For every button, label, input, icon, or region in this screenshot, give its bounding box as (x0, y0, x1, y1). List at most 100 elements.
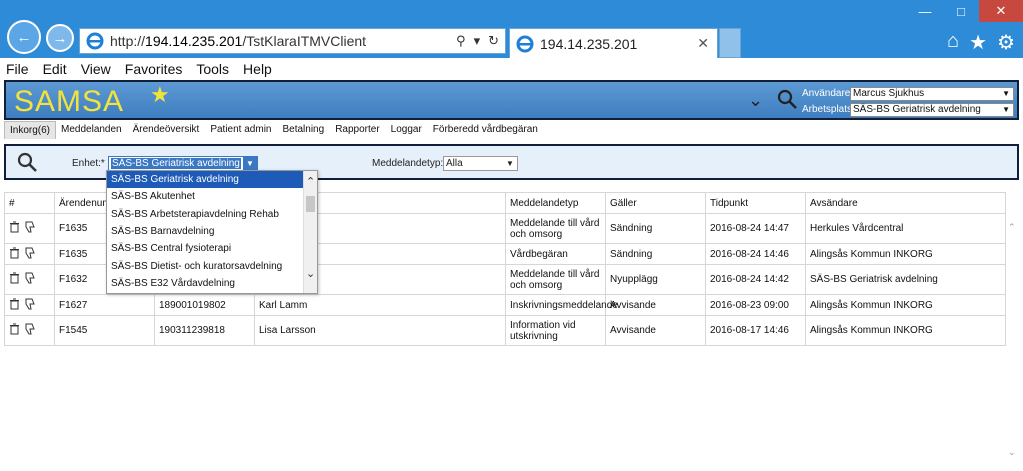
thumbs-down-icon[interactable] (24, 221, 36, 236)
window-controls: — □ ✕ (907, 0, 1023, 24)
tab-loggar[interactable]: Loggar (386, 121, 428, 139)
menu-help[interactable]: Help (243, 61, 272, 77)
dropdown-option[interactable]: SÄS-BS Arbetsterapiavdelning Rehab (107, 206, 304, 223)
dropdown-option[interactable]: SÄS-BS E32 Vårdavdelning (107, 275, 304, 292)
browser-chrome: — □ ✕ ← → http://194.14.235.201/TstKlara… (0, 0, 1023, 58)
cell-meddelandetyp: Information vid utskrivning (505, 315, 606, 346)
thumbs-down-icon[interactable] (24, 298, 36, 313)
trash-icon[interactable] (9, 247, 20, 262)
tab-forberedd-vardbegaran[interactable]: Förberedd vårdbegäran (428, 121, 544, 139)
place-label: Arbetsplats: (802, 104, 855, 115)
scroll-thumb[interactable] (306, 196, 315, 212)
tab-inkorg[interactable]: Inkorg(6) (4, 121, 57, 139)
col-header-meddelandetyp[interactable]: Meddelandetyp (505, 192, 606, 214)
cell-meddelandetyp: Inskrivningsmeddelande (505, 294, 618, 316)
forward-button[interactable]: → (46, 24, 74, 52)
page-scrollbar[interactable]: ⌃ ⌄ (1006, 192, 1020, 466)
col-header-tidpunkt[interactable]: Tidpunkt (705, 192, 806, 214)
minimize-icon[interactable]: — (907, 0, 943, 22)
dropdown-scrollbar[interactable]: ⌃ ⌄ (303, 171, 317, 293)
cell-personnummer: 190311239818 (154, 315, 255, 346)
user-block: Användare: Marcus Sjukhus ▼ Arbetsplats:… (802, 86, 1014, 118)
trash-icon[interactable] (9, 221, 20, 236)
menu-bar: File Edit View Favorites Tools Help (0, 58, 1023, 80)
cell-namn: Karl Lamm (254, 294, 506, 316)
ie-logo-icon (84, 30, 106, 52)
enhet-label: Enhet:* (72, 158, 105, 169)
place-select[interactable]: SÄS-BS Geriatrisk avdelning ▼ (850, 102, 1014, 117)
caret-down-icon: ▼ (506, 159, 514, 168)
tab-title: 194.14.235.201 (540, 35, 638, 52)
cell-galler: Nyupplägg (605, 264, 706, 295)
menu-favorites[interactable]: Favorites (125, 61, 183, 77)
meddelandetyp-label: Meddelandetyp: (372, 158, 444, 169)
search-icon[interactable] (16, 151, 38, 173)
thumbs-down-icon[interactable] (24, 247, 36, 262)
place-value: SÄS-BS Geriatrisk avdelning (853, 104, 981, 115)
close-tab-icon[interactable]: ✕ (697, 35, 709, 52)
menu-file[interactable]: File (6, 61, 29, 77)
thumbs-down-icon[interactable] (24, 272, 36, 287)
dropdown-option[interactable]: SÄS-BS Barnavdelning (107, 223, 304, 240)
scroll-up-icon[interactable]: ⌃ (1008, 222, 1016, 233)
caret-down-icon: ▼ (1002, 88, 1010, 98)
tab-meddelanden[interactable]: Meddelanden (56, 121, 128, 139)
back-button[interactable]: ← (7, 20, 41, 54)
address-text[interactable]: http://194.14.235.201/TstKlaraITMVClient (110, 33, 456, 49)
close-window-icon[interactable]: ✕ (979, 0, 1023, 22)
enhet-dropdown-list[interactable]: SÄS-BS Geriatrisk avdelning SÄS-BS Akute… (106, 170, 318, 294)
cell-galler: Sändning (605, 243, 706, 265)
cell-tidpunkt: 2016-08-24 14:46 (705, 243, 806, 265)
settings-gear-icon[interactable]: ⚙ (997, 30, 1015, 55)
trash-icon[interactable] (9, 272, 20, 287)
cell-arende: F1545 (54, 315, 155, 346)
cell-avsandare: SÄS-BS Geriatrisk avdelning (805, 264, 1006, 295)
dropdown-option[interactable]: SÄS-BS Dietist- och kuratorsavdelning (107, 257, 304, 274)
trash-icon[interactable] (9, 323, 20, 338)
cell-galler: Avvisande (605, 315, 706, 346)
cell-galler: Avvisande (605, 294, 706, 316)
search-icon[interactable] (776, 88, 800, 112)
favorites-star-icon[interactable]: ★ (969, 30, 987, 55)
user-select[interactable]: Marcus Sjukhus ▼ (850, 86, 1014, 101)
dropdown-option[interactable]: SÄS-BS Akutenhet (107, 188, 304, 205)
chevron-down-icon[interactable]: ⌄ (306, 267, 315, 280)
dropdown-option[interactable]: SÄS-BS Central fysioterapi (107, 240, 304, 257)
table-row[interactable]: F1545 190311239818 Lisa Larsson Informat… (4, 315, 1006, 346)
cell-meddelandetyp: Meddelande till vård och omsorg (505, 213, 606, 244)
enhet-value: SÄS-BS Geriatrisk avdelning (111, 158, 241, 169)
col-header-avsandare[interactable]: Avsändare (805, 192, 1006, 214)
address-bar[interactable]: http://194.14.235.201/TstKlaraITMVClient… (79, 28, 506, 54)
maximize-icon[interactable]: □ (943, 0, 979, 22)
tab-betalning[interactable]: Betalning (277, 121, 331, 139)
thumbs-down-icon[interactable] (24, 323, 36, 338)
cell-meddelandetyp: Meddelande till vård och omsorg (505, 264, 606, 295)
tab-rapporter[interactable]: Rapporter (330, 121, 386, 139)
scroll-down-icon[interactable]: ⌄ (1008, 447, 1016, 458)
meddelandetyp-select[interactable]: Alla ▼ (443, 156, 518, 171)
search-icon[interactable]: ⚲ (456, 33, 466, 49)
cell-namn: Lisa Larsson (254, 315, 506, 346)
browser-tab[interactable]: 194.14.235.201 ✕ (509, 28, 718, 58)
chevron-down-icon[interactable]: ⌄ (748, 90, 763, 111)
tab-arendeoversikt[interactable]: Ärendeöversikt (128, 121, 206, 139)
cell-arende: F1627 (54, 294, 155, 316)
home-icon[interactable]: ⌂ (947, 30, 959, 55)
refresh-icon[interactable]: ↻ (488, 33, 499, 49)
new-tab-button[interactable] (719, 28, 741, 58)
menu-edit[interactable]: Edit (43, 61, 67, 77)
cell-personnummer: 189001019802 (154, 294, 255, 316)
dropdown-option[interactable]: SÄS-BS Geriatrisk avdelning (107, 171, 304, 189)
app-logo: SAMSA (14, 85, 125, 118)
tab-patient-admin[interactable]: Patient admin (205, 121, 278, 139)
col-header-galler[interactable]: Gäller (605, 192, 706, 214)
dropdown-arrow-icon[interactable]: ▾ (474, 33, 481, 49)
chevron-up-icon[interactable]: ⌃ (306, 175, 315, 188)
cell-avsandare: Alingsås Kommun INKORG (805, 315, 1006, 346)
trash-icon[interactable] (9, 298, 20, 313)
table-row[interactable]: F1627 189001019802 Karl Lamm Inskrivning… (4, 294, 1006, 316)
menu-tools[interactable]: Tools (196, 61, 229, 77)
menu-view[interactable]: View (81, 61, 111, 77)
enhet-select[interactable]: SÄS-BS Geriatrisk avdelning ▼ (108, 156, 258, 171)
caret-down-icon: ▼ (243, 157, 257, 170)
